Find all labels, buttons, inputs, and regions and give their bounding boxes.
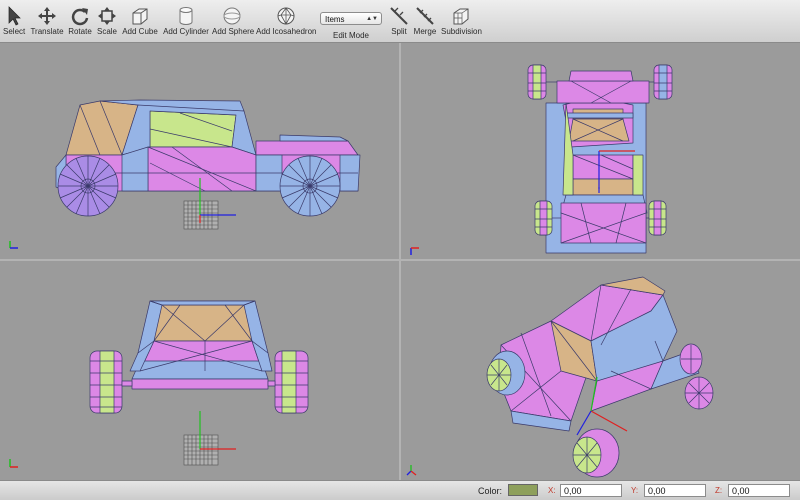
add-icosahedron-label: Add Icosahedron [256,27,317,36]
z-label: Z: [715,486,723,495]
subdivision-label: Subdivision [441,27,482,36]
y-field[interactable]: 0,00 [644,484,706,497]
add-sphere-button[interactable]: Add Sphere [212,6,255,36]
icosahedron-icon [277,7,295,25]
translate-tool-label: Translate [30,27,64,36]
translate-tool-button[interactable]: Translate [30,6,64,36]
toolbar: Select Translate Rotate Scale Add Cube A… [0,0,800,43]
subdivision-button[interactable]: Subdivision [441,6,482,36]
viewport-area [0,43,800,480]
add-cube-label: Add Cube [122,27,158,36]
color-label: Color: [478,486,503,496]
add-sphere-label: Add Sphere [212,27,255,36]
side-view-canvas[interactable] [0,43,399,259]
rotate-icon [71,8,89,26]
move-icon [38,7,56,25]
viewport-side[interactable] [0,43,399,259]
horizontal-splitter[interactable] [0,259,800,261]
scale-icon [98,7,116,25]
rotate-tool-label: Rotate [68,27,92,36]
merge-label: Merge [413,27,437,36]
chevron-updown-icon: ▲▼ [366,16,378,22]
scale-tool-label: Scale [96,27,117,36]
edit-mode-select[interactable]: Items ▲▼ [320,12,382,25]
viewport-top[interactable] [401,43,800,259]
split-label: Split [391,27,407,36]
subdivision-icon [453,8,469,25]
color-well[interactable] [508,484,538,496]
viewport-front[interactable] [0,261,399,480]
front-view-canvas[interactable] [0,261,399,480]
merge-icon [416,7,434,25]
add-cylinder-label: Add Cylinder [163,27,209,36]
merge-button[interactable]: Merge [413,6,437,36]
select-tool-label: Select [3,27,26,36]
add-cube-button[interactable]: Add Cube [121,6,159,36]
add-cylinder-button[interactable]: Add Cylinder [162,6,210,36]
cylinder-icon [179,7,193,25]
sphere-icon [223,7,241,25]
viewport-perspective[interactable] [401,261,800,480]
split-button[interactable]: Split [388,6,410,36]
add-icosahedron-button[interactable]: Add Icosahedron [256,6,317,36]
select-tool-button[interactable]: Select [3,6,25,36]
vertical-splitter[interactable] [399,43,401,480]
x-label: X: [548,486,556,495]
split-icon [390,7,408,25]
top-view-canvas[interactable] [401,43,800,259]
z-field[interactable]: 0,00 [728,484,790,497]
perspective-view-canvas[interactable] [401,261,800,480]
edit-mode-label: Edit Mode [332,31,370,40]
scale-tool-button[interactable]: Scale [96,6,118,36]
status-bar: Color: X: 0,00 Y: 0,00 Z: 0,00 [0,480,800,500]
edit-mode-value: Items [325,15,345,24]
rotate-tool-button[interactable]: Rotate [67,6,93,36]
x-field[interactable]: 0,00 [560,484,622,497]
y-label: Y: [631,486,639,495]
cube-icon [132,8,148,25]
arrow-icon [8,6,21,26]
